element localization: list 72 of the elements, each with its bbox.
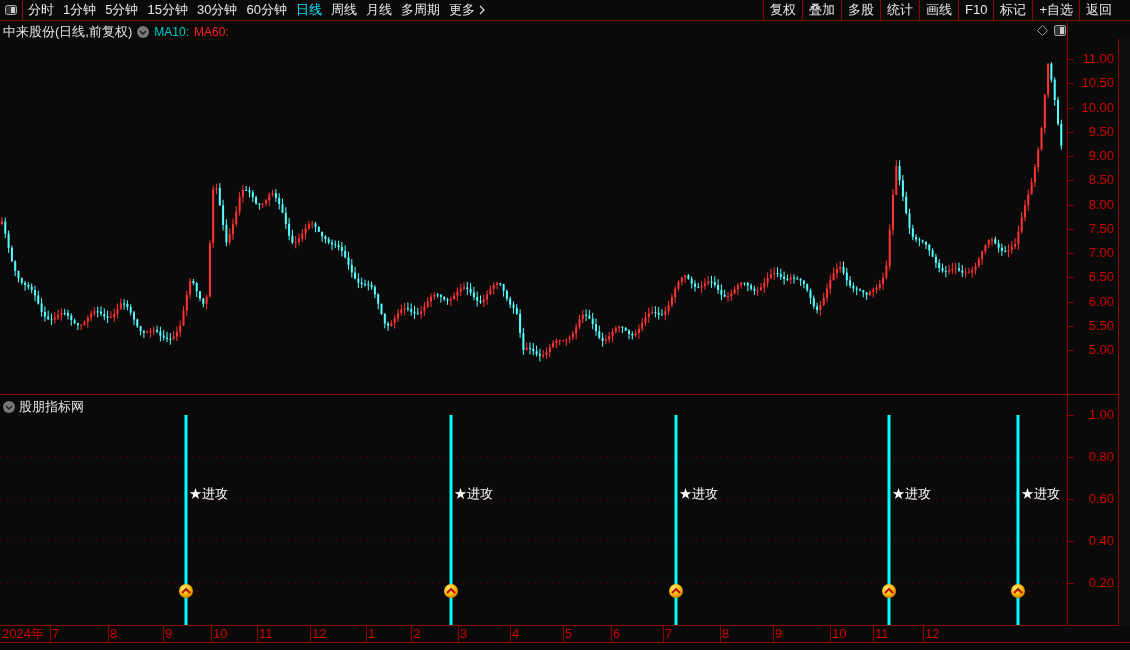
- toolbar-button[interactable]: +自选: [1032, 0, 1079, 20]
- price-label: 10.50: [1081, 76, 1114, 90]
- period-tab[interactable]: 30分钟: [196, 0, 238, 20]
- price-label: 11.00: [1082, 52, 1114, 65]
- month-label: 11: [259, 627, 273, 640]
- period-tab[interactable]: 月线: [365, 0, 392, 20]
- signal-label: ★进攻: [892, 487, 931, 500]
- toolbar-button[interactable]: F10: [958, 0, 994, 20]
- month-label: 9: [775, 627, 783, 640]
- period-tab[interactable]: 周线: [330, 0, 357, 20]
- chart-title: 中来股份(日线,前复权): [3, 23, 133, 41]
- period-tab[interactable]: 分时: [28, 0, 54, 20]
- price-label: 9.50: [1088, 124, 1114, 138]
- price-label: 6.50: [1088, 270, 1114, 284]
- month-label: 6: [613, 627, 621, 640]
- indicator-title: 股朋指标网: [19, 398, 84, 416]
- toolbar-button[interactable]: 复权: [763, 0, 802, 20]
- period-tab[interactable]: 1分钟: [63, 0, 97, 20]
- price-label: 10.00: [1081, 100, 1114, 114]
- value-label: 0.20: [1088, 576, 1114, 589]
- month-label: 4: [512, 627, 520, 640]
- value-label: 0.80: [1088, 450, 1114, 463]
- chevron-icon[interactable]: [477, 5, 486, 15]
- month-label: 1: [368, 627, 376, 640]
- month-label: 3: [460, 627, 468, 640]
- month-label: 5: [565, 627, 573, 640]
- price-label: 8.50: [1088, 173, 1114, 187]
- month-label: 10: [213, 627, 228, 640]
- toolbar-button[interactable]: 叠加: [802, 0, 841, 20]
- value-label: 1.00: [1088, 408, 1114, 421]
- value-label: 0.40: [1088, 534, 1114, 547]
- month-label: 9: [165, 627, 173, 640]
- period-tab[interactable]: 60分钟: [246, 0, 287, 20]
- dropdown-icon[interactable]: [3, 400, 15, 413]
- month-label: 2024年: [2, 627, 44, 640]
- ma-label: MA60:: [193, 23, 229, 41]
- toolbar-button[interactable]: 多股: [841, 0, 880, 20]
- toolbar-button[interactable]: 返回: [1079, 0, 1118, 20]
- toolbar-button[interactable]: 画线: [919, 0, 958, 20]
- price-label: 8.00: [1088, 197, 1114, 211]
- signal-label: ★进攻: [1021, 487, 1060, 500]
- value-label: 0.60: [1088, 492, 1114, 505]
- ma-label: MA10:: [154, 23, 189, 41]
- price-label: 5.50: [1088, 318, 1114, 332]
- signal-label: ★进攻: [454, 487, 493, 500]
- month-label: 11: [875, 627, 889, 640]
- month-label: 7: [52, 627, 60, 640]
- price-label: 7.50: [1088, 221, 1114, 235]
- month-label: 12: [925, 627, 940, 640]
- month-label: 8: [722, 627, 730, 640]
- signal-label: ★进攻: [679, 487, 718, 500]
- period-tab[interactable]: 15分钟: [147, 0, 188, 20]
- month-label: 2: [413, 627, 421, 640]
- price-label: 9.00: [1088, 149, 1114, 162]
- period-tab[interactable]: 日线: [295, 0, 322, 20]
- period-tab[interactable]: 更多: [448, 0, 486, 20]
- panel-toggle-icon[interactable]: [1054, 25, 1066, 36]
- signal-label: ★进攻: [189, 487, 228, 500]
- dropdown-icon[interactable]: [137, 25, 150, 38]
- month-label: 10: [832, 627, 847, 640]
- price-label: 7.00: [1088, 246, 1114, 259]
- diamond-icon[interactable]: [1037, 25, 1048, 36]
- price-label: 5.00: [1088, 343, 1114, 356]
- month-label: 8: [110, 627, 118, 640]
- panel-toggle-icon[interactable]: [5, 5, 17, 15]
- toolbar-button[interactable]: 标记: [993, 0, 1033, 20]
- month-label: 7: [665, 627, 673, 640]
- price-label: 6.00: [1088, 294, 1114, 308]
- month-label: 12: [312, 627, 327, 640]
- toolbar-button[interactable]: 统计: [880, 0, 919, 20]
- period-tab[interactable]: 5分钟: [105, 0, 139, 20]
- period-tab[interactable]: 多周期: [400, 0, 440, 20]
